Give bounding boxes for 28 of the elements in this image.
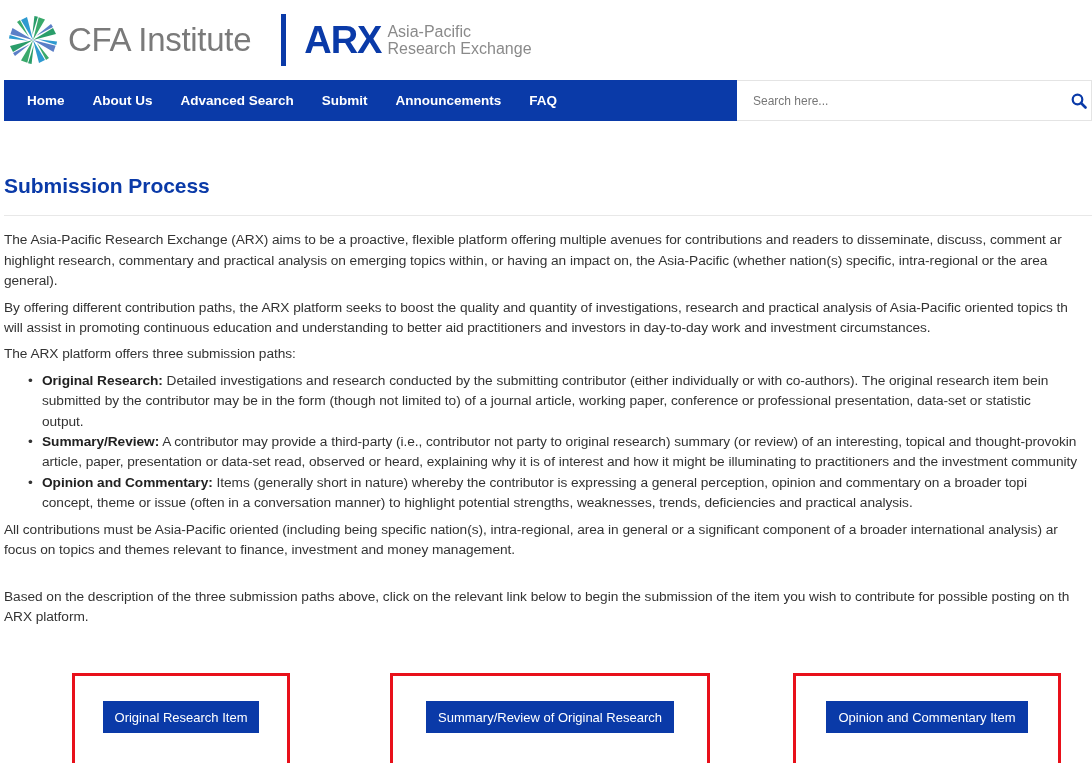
body-paragraph: Based on the description of the three submission paths above, click on the relevant link below to begin the submission of the item you wish to contribute for possible posting on th ARX platform. bbox=[4, 587, 1070, 626]
bullet-marker: • bbox=[28, 434, 33, 450]
bullet-marker: • bbox=[28, 474, 33, 490]
nav-link[interactable]: Announcements bbox=[382, 87, 517, 114]
search-field[interactable]: Search here... bbox=[737, 80, 1092, 121]
search-input[interactable]: Search here... bbox=[751, 92, 1071, 109]
nav-link[interactable]: Submit bbox=[308, 87, 383, 114]
brand-name: ARX bbox=[304, 18, 382, 62]
bullet-marker: • bbox=[28, 372, 33, 388]
nav-link[interactable]: FAQ bbox=[516, 87, 573, 114]
list-item: Original Research: Detailed investigations and research conducted by the submitting contributor (either individually or with co-authors). The original research item bein submitted by the contributor may be in the form (though not limited to) of a journal article, working paper, conference or professional presentation, data-set or statistic output. bbox=[42, 371, 1049, 431]
submit-option-button[interactable]: Original Research Item bbox=[102, 701, 260, 734]
search-icon[interactable] bbox=[1071, 92, 1087, 109]
list-item: Summary/Review: A contributor may provide a third-party (i.e., contributor not party to original research) summary (or review) of an interesting, topical and thought-provokin article, paper, presentation or data-set read, observed or heard, explaining why it is of interest and how it might be illuminating to practitioners and the investment community bbox=[42, 433, 1077, 472]
nav-link[interactable]: About Us bbox=[79, 87, 168, 114]
body-paragraph: All contributions must be Asia-Pacific oriented (including being specific nation(s), intra-regional, area in general or a significant component of a broader international analysis) ar focus on topics and themes relevant to finance, investment and money management. bbox=[4, 520, 1058, 560]
submit-option-button[interactable]: Opinion and Commentary Item bbox=[826, 701, 1028, 734]
org-name: CFA Institute bbox=[68, 21, 252, 59]
submit-option-button[interactable]: Summary/Review of Original Research bbox=[426, 701, 674, 734]
logo-icon bbox=[7, 14, 59, 66]
nav-link[interactable]: Advanced Search bbox=[167, 87, 309, 114]
body-paragraph: The ARX platform offers three submission paths: bbox=[4, 345, 296, 364]
nav-link[interactable]: Home bbox=[14, 87, 80, 114]
page-title: Submission Process bbox=[4, 173, 210, 199]
body-paragraph: By offering different contribution paths, the ARX platform seeks to boost the quality and quantity of investigations, research and practical analysis of Asia-Pacific oriented topics th will assist in promoting continuous education and understanding to better aid practitioners and investors in day-to-day work and investment circumstances. bbox=[4, 298, 1068, 338]
brand-tagline: Asia-Pacific Research Exchange bbox=[387, 23, 532, 57]
list-item: Opinion and Commentary: Items (generally short in nature) whereby the contributor is expressing a general perception, opinion and commentary on a broader topi concept, theme or issue (often in a conversation manner) to highlight potential strengths, weaknesses, trends, deficiencies and practical analysis. bbox=[42, 473, 1027, 513]
body-paragraph: The Asia-Pacific Research Exchange (ARX) aims to be a proactive, flexible platform offering multiple avenues for contributions and readers to disseminate, discuss, comment ar highlight research, commentary and practical analysis on emerging topics within, or having an impact on, the Asia-Pacific (whether nation(s) specific, intra-regional or the area general). bbox=[4, 231, 1062, 291]
